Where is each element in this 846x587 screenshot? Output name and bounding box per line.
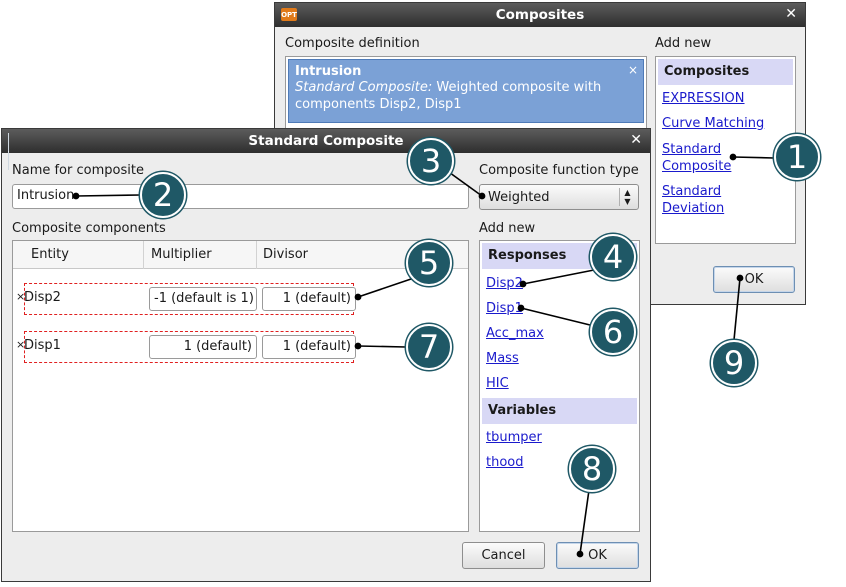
column-header-divisor[interactable]: Divisor [263, 247, 308, 262]
composites-section-header: Composites [658, 59, 793, 85]
callout-marker-6: 6 [590, 309, 636, 355]
spin-arrows-icon: ▲ ▼ [619, 188, 635, 206]
composite-definition-item[interactable]: Intrusion Standard Composite: Weighted c… [288, 59, 644, 123]
composite-type: Standard Composite: [295, 80, 433, 95]
components-table-header: Entity Multiplier Divisor [13, 241, 468, 269]
name-for-composite-label: Name for composite [12, 163, 144, 178]
add-response-acc-max-link[interactable]: Acc_max [486, 326, 544, 341]
function-type-value: Weighted [488, 189, 550, 205]
divisor-input[interactable]: 1 (default) [262, 287, 356, 311]
callout-marker-5: 5 [406, 240, 452, 286]
callout-marker-4: 4 [590, 234, 636, 280]
composite-definition-label: Composite definition [285, 36, 420, 51]
column-divider [256, 241, 257, 269]
standard-composite-window: Standard Composite ✕ Name for composite … [1, 128, 651, 582]
add-response-hic-link[interactable]: HIC [486, 376, 509, 391]
add-variable-thood-link[interactable]: thood [486, 455, 524, 470]
add-curve-matching-link[interactable]: Curve Matching [662, 116, 764, 131]
function-type-select[interactable]: Weighted ▲ ▼ [479, 184, 639, 210]
column-header-multiplier[interactable]: Multiplier [151, 247, 212, 262]
composites-title: Composites [495, 7, 585, 23]
close-icon[interactable]: ✕ [630, 132, 642, 148]
composites-titlebar: OPT Composites ✕ [275, 3, 805, 27]
standard-composite-ok-button[interactable]: OK [556, 542, 639, 569]
standard-composite-titlebar: Standard Composite ✕ [2, 129, 650, 170]
composite-definition-list: Intrusion Standard Composite: Weighted c… [285, 56, 647, 131]
composite-summary: Standard Composite: Weighted composite w… [295, 79, 637, 113]
table-row-entity: Disp2 [24, 290, 61, 305]
add-response-mass-link[interactable]: Mass [486, 351, 519, 366]
components-add-new-label: Add new [479, 221, 536, 236]
function-type-label: Composite function type [479, 163, 639, 178]
multiplier-input[interactable]: -1 (default is 1) [149, 287, 257, 311]
variables-section-header: Variables [482, 398, 637, 424]
callout-marker-9: 9 [711, 340, 757, 386]
cancel-button[interactable]: Cancel [462, 542, 545, 569]
composites-ok-button[interactable]: OK [713, 266, 795, 293]
standard-composite-title: Standard Composite [248, 133, 404, 149]
add-response-disp2-link[interactable]: Disp2 [486, 276, 523, 291]
components-add-new-panel: Responses Disp2 Disp1 Acc_max Mass HIC V… [479, 240, 640, 532]
add-standard-deviation-link[interactable]: Standard Deviation [662, 183, 740, 217]
window-icon [8, 133, 9, 170]
add-expression-link[interactable]: EXPRESSION [662, 91, 745, 106]
callout-marker-2: 2 [140, 172, 186, 218]
remove-definition-icon[interactable]: × [628, 63, 638, 77]
table-row-entity: Disp1 [24, 338, 61, 353]
composites-add-new-label: Add new [655, 36, 712, 51]
add-variable-tbumper-link[interactable]: tbumper [486, 430, 542, 445]
callout-marker-3: 3 [408, 138, 454, 184]
composite-name: Intrusion [295, 64, 362, 79]
divisor-input[interactable]: 1 (default) [262, 335, 356, 359]
app-icon: OPT [281, 8, 297, 21]
multiplier-input[interactable]: 1 (default) [149, 335, 257, 359]
callout-marker-7: 7 [406, 324, 452, 370]
column-header-entity[interactable]: Entity [31, 247, 69, 262]
components-label: Composite components [12, 221, 166, 236]
add-standard-composite-link[interactable]: Standard Composite [662, 141, 740, 175]
callout-marker-1: 1 [774, 134, 820, 180]
column-divider [143, 241, 144, 269]
callout-marker-8: 8 [569, 446, 615, 492]
close-icon[interactable]: ✕ [785, 6, 797, 22]
composite-name-input[interactable]: Intrusion [12, 184, 469, 209]
add-response-disp1-link[interactable]: Disp1 [486, 301, 523, 316]
